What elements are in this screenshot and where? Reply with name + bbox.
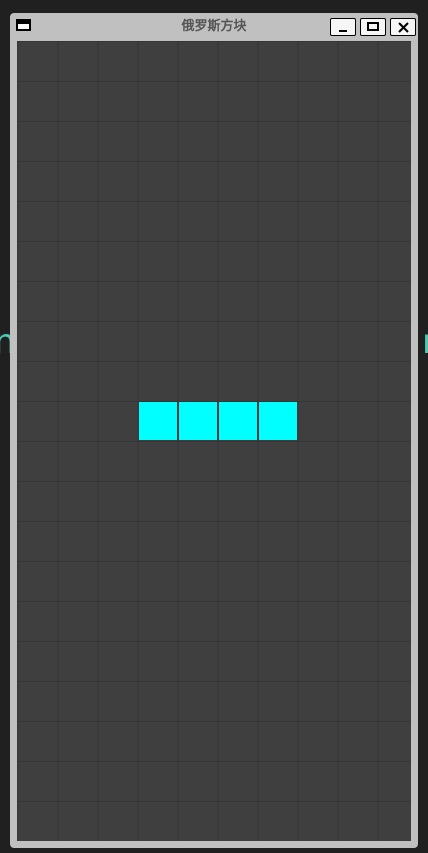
title-bar[interactable]: 俄罗斯方块 [10,13,418,41]
active-piece-block [139,402,177,440]
game-board[interactable] [17,41,411,841]
close-button[interactable] [390,18,416,36]
game-window: 俄罗斯方块 [10,13,418,848]
maximize-button[interactable] [360,18,386,36]
minimize-button[interactable] [330,18,356,36]
window-title: 俄罗斯方块 [181,19,247,34]
board-grid [17,41,411,841]
active-piece-block [179,402,217,440]
active-piece-block [259,402,297,440]
close-icon [398,22,409,33]
background-text-right: r [422,322,428,362]
active-piece-block [219,402,257,440]
